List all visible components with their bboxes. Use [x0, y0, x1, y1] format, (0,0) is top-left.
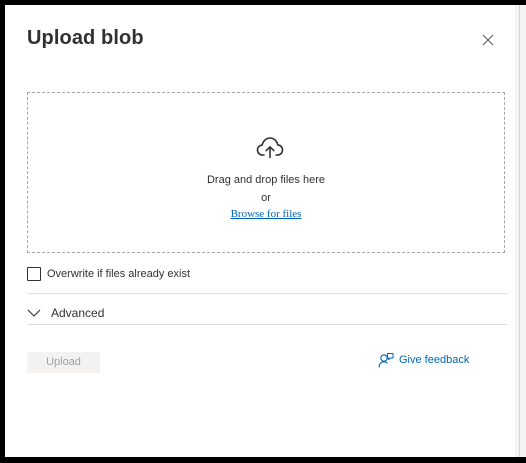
dropzone-instruction: Drag and drop files here [206, 174, 325, 186]
upload-blob-panel: Upload blob Drag and drop files here or … [5, 5, 515, 457]
give-feedback-label: Give feedback [399, 354, 470, 366]
close-button[interactable] [477, 29, 499, 51]
scrollbar-strip [515, 5, 526, 457]
panel-title: Upload blob [27, 27, 144, 49]
advanced-section-toggle[interactable]: Advanced [27, 306, 104, 320]
give-feedback-button[interactable]: Give feedback [378, 352, 469, 368]
upload-button[interactable]: Upload [27, 352, 100, 373]
chevron-down-icon [27, 309, 41, 317]
dropzone-or: or [261, 192, 271, 204]
feedback-icon [378, 353, 394, 368]
divider [27, 324, 507, 325]
overwrite-checkbox-label: Overwrite if files already exist [47, 268, 191, 280]
cloud-upload-icon [256, 137, 284, 159]
advanced-label: Advanced [51, 306, 105, 320]
file-dropzone[interactable]: Drag and drop files here or Browse for f… [27, 92, 505, 253]
divider [27, 293, 507, 294]
close-icon [482, 34, 494, 46]
browse-files-link[interactable]: Browse for files [28, 208, 504, 220]
overwrite-option[interactable]: Overwrite if files already exist [27, 267, 190, 281]
overwrite-checkbox[interactable] [27, 267, 41, 281]
